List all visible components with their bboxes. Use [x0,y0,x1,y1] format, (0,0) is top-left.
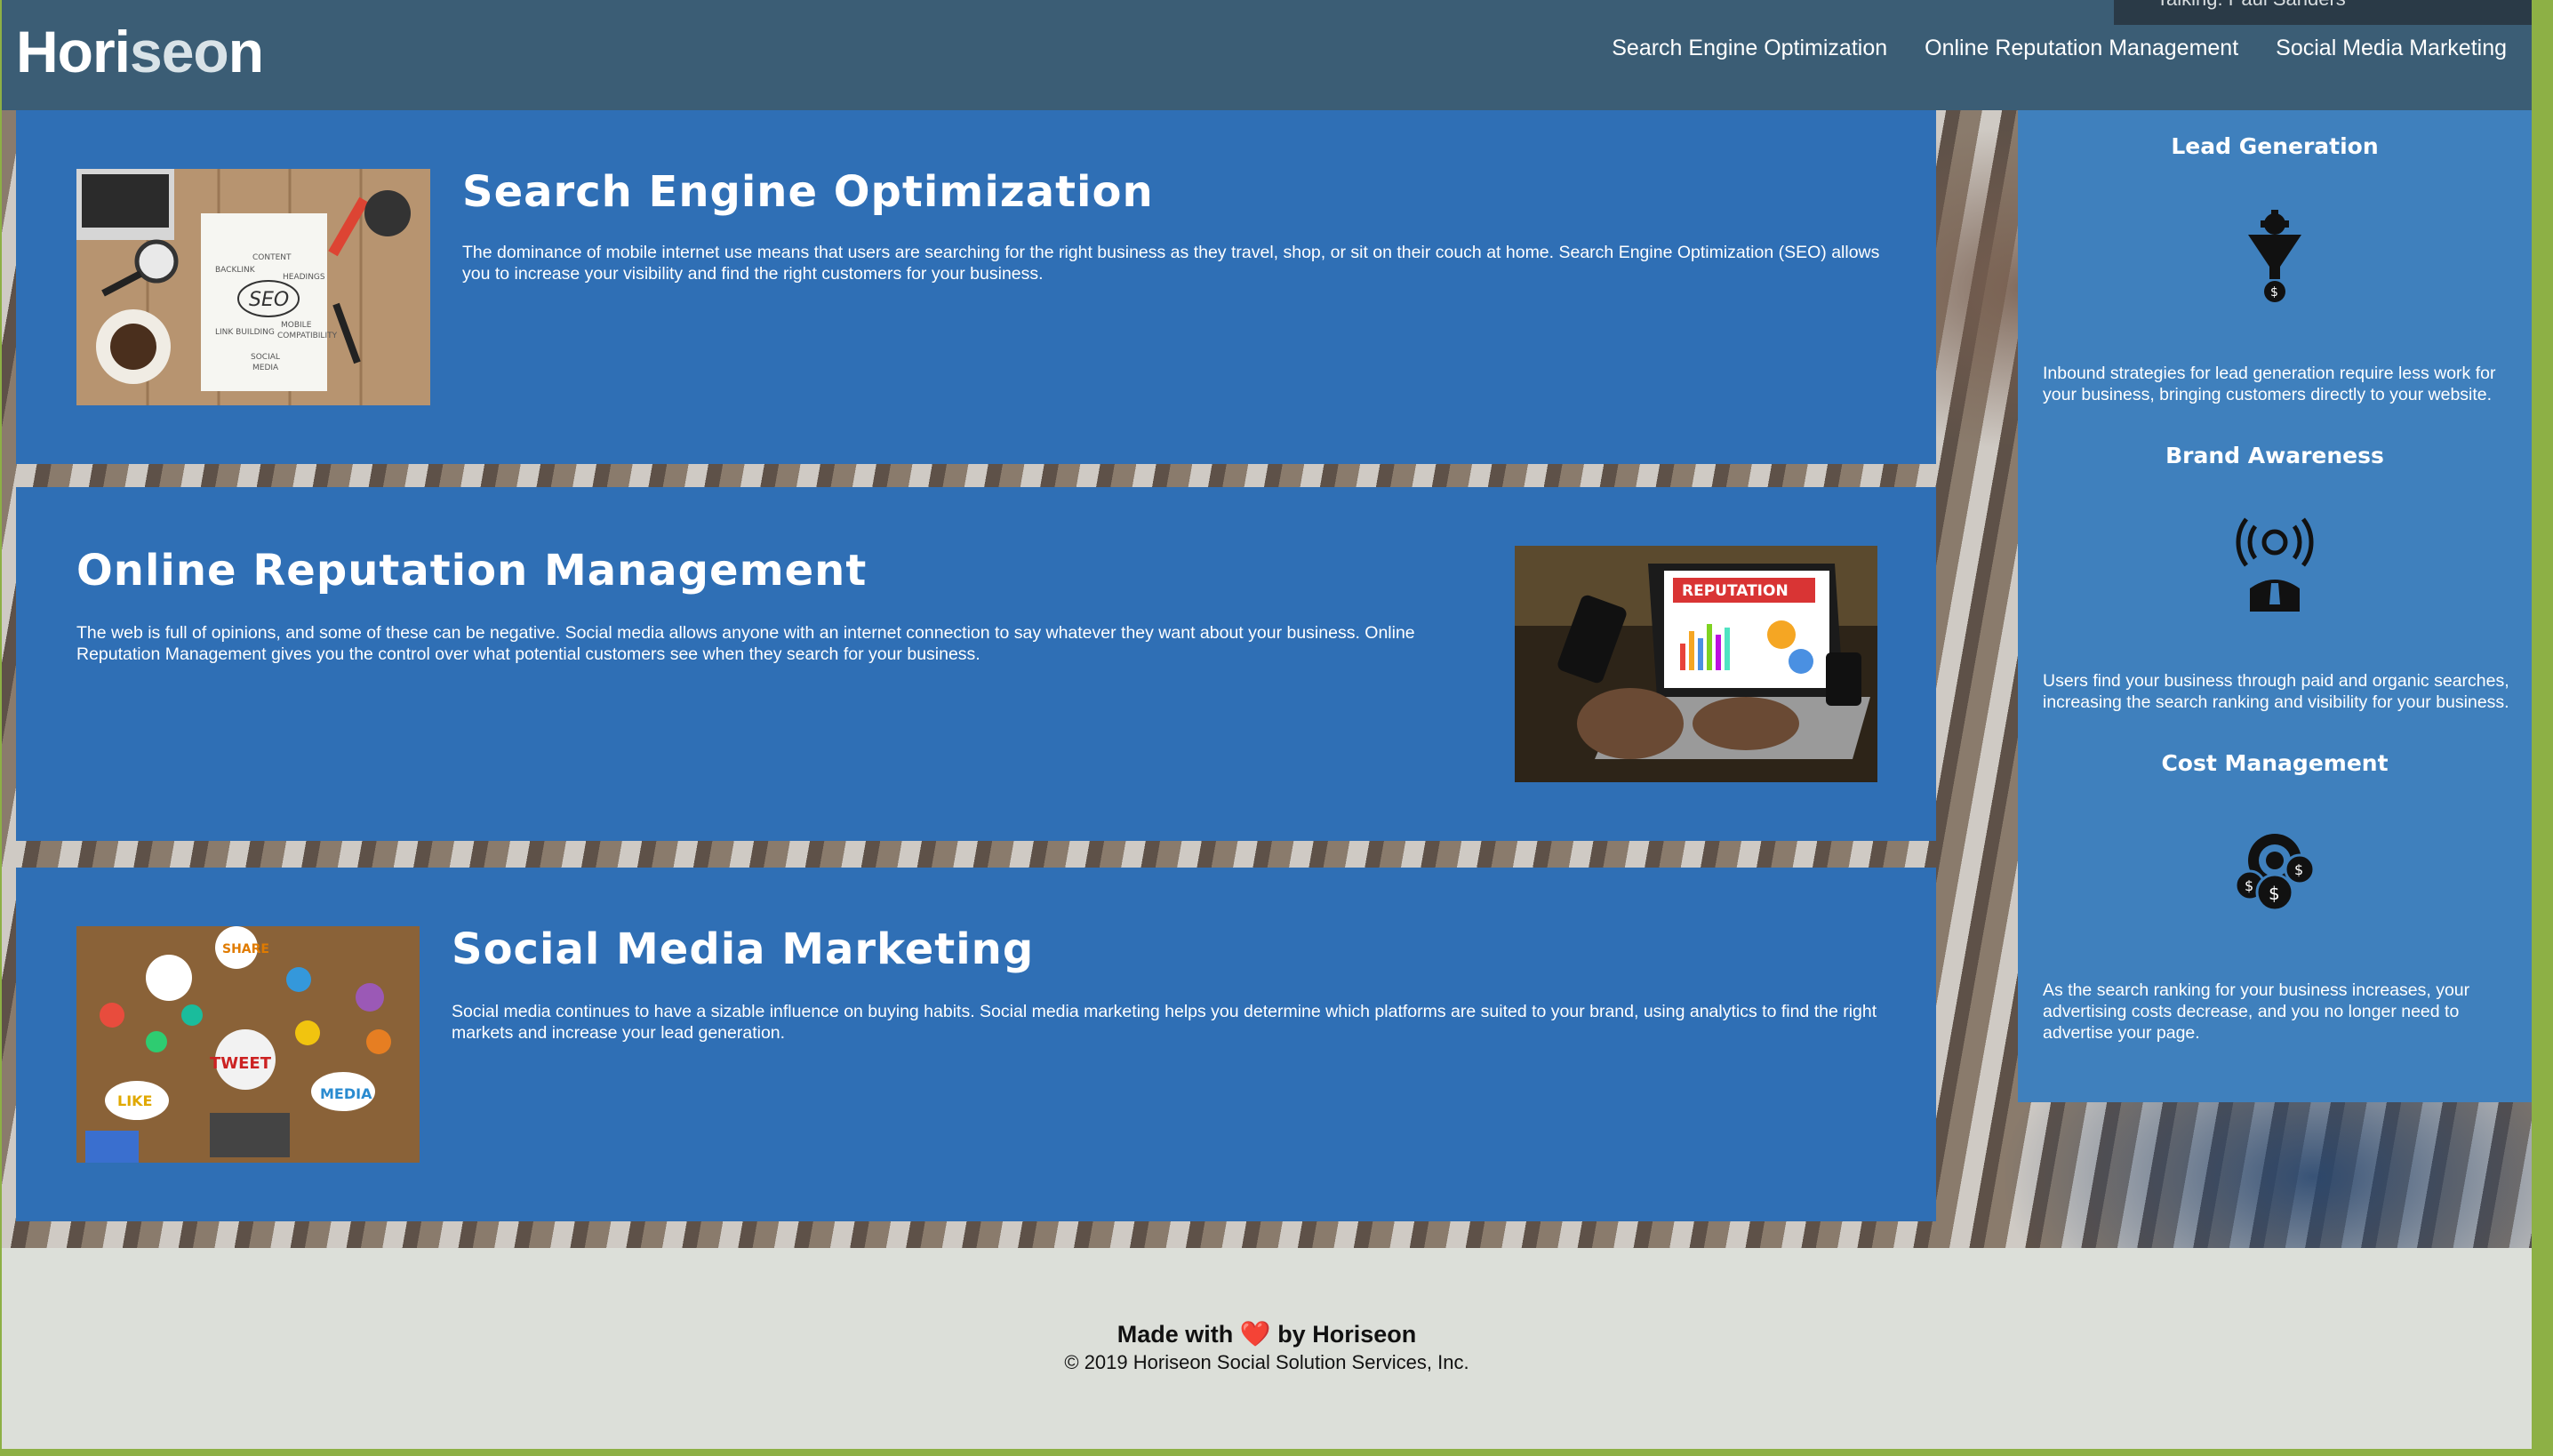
section-title: Search Engine Optimization [462,167,1154,217]
tooltip-popup: Talking: Paul Sanders [2114,0,2532,25]
benefit-text: As the search ranking for your business … [2043,980,2470,1043]
benefit-title: Brand Awareness [2165,443,2384,468]
svg-text:$: $ [2245,877,2253,894]
nav-link-social-media[interactable]: Social Media Marketing [2276,36,2507,61]
benefits-sidebar: Lead Generation $ Inbound strategies for… [2018,110,2532,1102]
benefit-text: Inbound strategies for lead generation r… [2043,364,2496,404]
page: Horiseon Search Engine Optimization Onli… [2,0,2532,1449]
seo-image: CONTENT HEADINGS BACKLINK LINK BUILDING … [76,169,430,405]
benefit-text: Users find your business through paid an… [2043,671,2509,712]
reputation-image: REPUTATION [1515,546,1877,782]
cost-management-icon: $ $ $ [2234,834,2316,912]
section-social-media: SHARE TWEET LIKE MEDIA Social Media Mark… [16,868,1936,1221]
svg-text:SEO: SEO [249,289,289,311]
section-title: Online Reputation Management [76,546,868,596]
made-with-line: Made with ❤️ by Horiseon [1116,1320,1417,1348]
section-reputation: Online Reputation Management The web is … [16,487,1936,841]
svg-text:LIKE: LIKE [117,1092,152,1109]
social-media-image: SHARE TWEET LIKE MEDIA [76,926,420,1163]
svg-text:LINK BUILDING: LINK BUILDING [215,328,275,337]
copyright-text: © 2019 Horiseon Social Solution Services… [1064,1351,1469,1373]
svg-text:MEDIA: MEDIA [320,1085,372,1102]
svg-text:BACKLINK: BACKLINK [215,266,256,275]
svg-text:$: $ [2294,861,2303,878]
site-logo[interactable]: Horiseon [16,18,264,85]
section-title: Social Media Marketing [452,924,1035,974]
svg-text:SOCIAL: SOCIAL [251,353,280,362]
svg-text:HEADINGS: HEADINGS [283,273,325,282]
section-text: The web is full of opinions, and some of… [76,623,1415,664]
lead-generation-icon: $ [2248,210,2301,302]
svg-text:TWEET: TWEET [210,1054,272,1073]
svg-text:CONTENT: CONTENT [252,253,292,262]
svg-text:MOBILE: MOBILE [281,321,312,330]
svg-text:SHARE: SHARE [222,942,269,956]
svg-text:COMPATIBILITY: COMPATIBILITY [277,332,338,340]
svg-text:$: $ [2269,883,2280,904]
brand-awareness-icon [2236,517,2314,612]
benefit-title: Cost Management [2161,750,2389,776]
benefit-title: Lead Generation [2171,133,2379,159]
svg-text:REPUTATION: REPUTATION [1682,582,1789,600]
main-nav: Search Engine Optimization Online Reputa… [1612,36,2507,61]
heart-icon: ❤️ [1239,1320,1271,1348]
section-text: The dominance of mobile internet use mea… [462,243,1880,284]
section-seo: CONTENT HEADINGS BACKLINK LINK BUILDING … [16,110,1936,464]
site-footer: Made with ❤️ by Horiseon © 2019 Horiseon… [2,1248,2532,1449]
svg-text:MEDIA: MEDIA [252,364,279,372]
section-text: Social media continues to have a sizable… [452,1002,1877,1043]
nav-link-seo[interactable]: Search Engine Optimization [1612,36,1887,61]
nav-link-reputation[interactable]: Online Reputation Management [1925,36,2238,61]
svg-text:$: $ [2270,285,2278,300]
